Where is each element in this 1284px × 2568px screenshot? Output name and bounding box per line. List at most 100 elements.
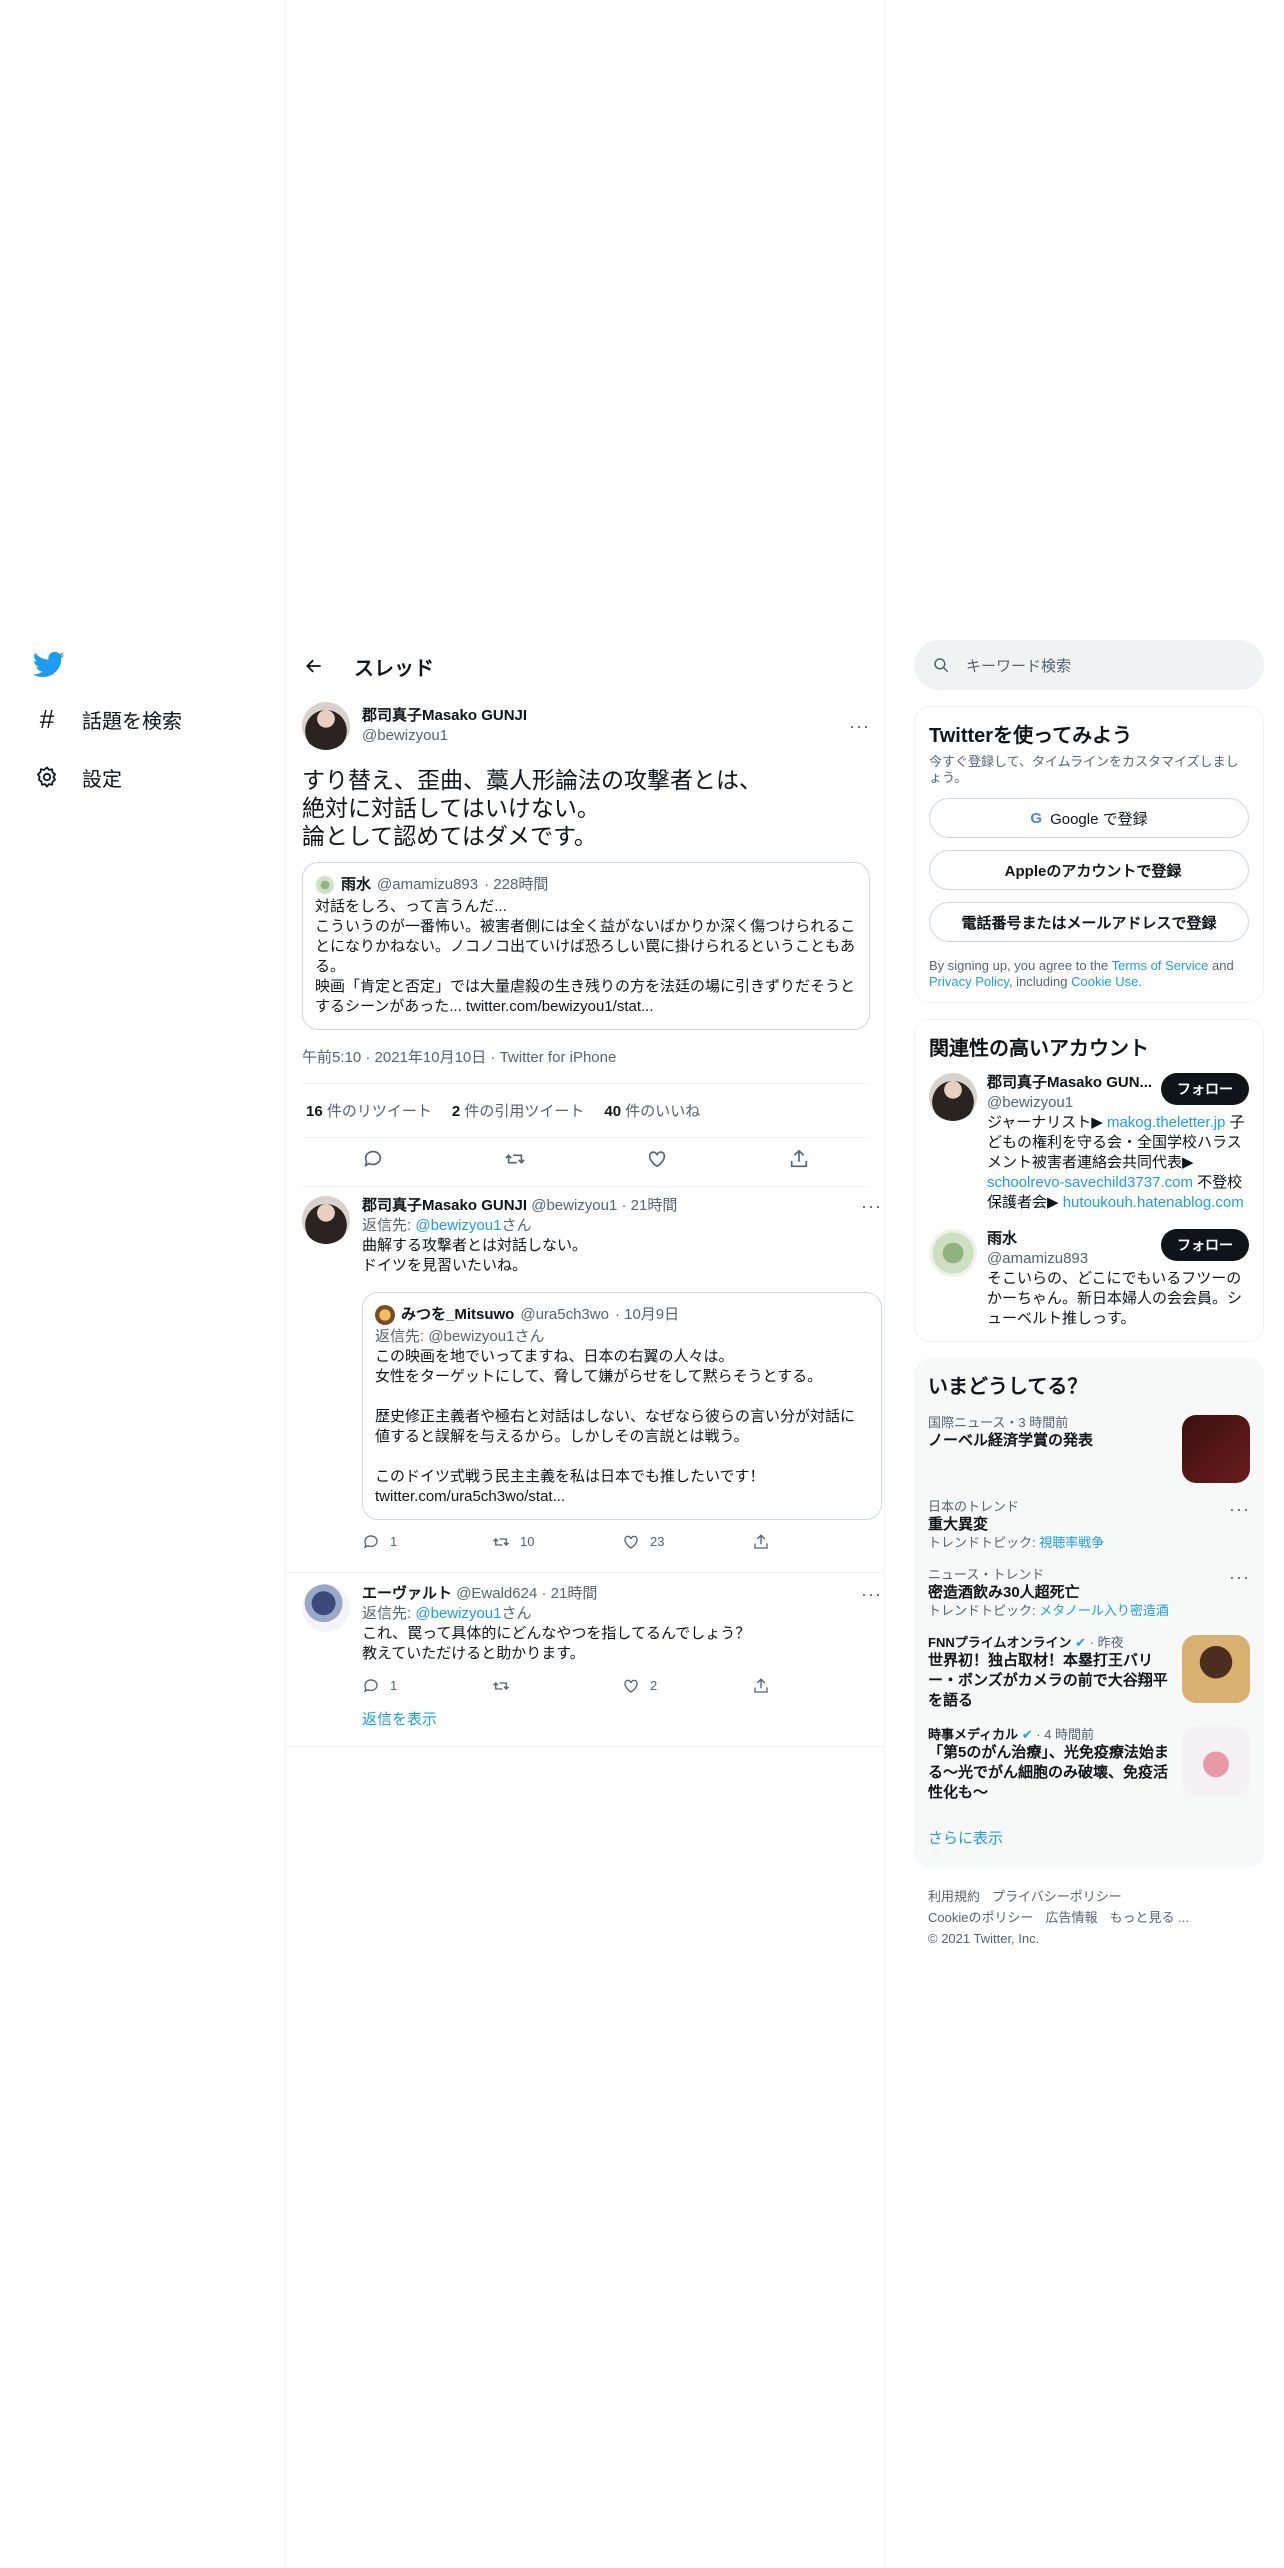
author-handle[interactable]: @bewizyou1 bbox=[362, 726, 837, 746]
account-handle[interactable]: @amamizu893 bbox=[987, 1249, 1161, 1269]
footer-privacy-link[interactable]: プライバシーポリシー bbox=[992, 1889, 1122, 1904]
share-button[interactable] bbox=[752, 1676, 882, 1696]
trend-source: FNNプライムオンライン bbox=[928, 1635, 1072, 1650]
more-icon[interactable]: ··· bbox=[1229, 1567, 1250, 1619]
reply-button[interactable]: 1 bbox=[362, 1532, 492, 1552]
like-icon bbox=[624, 1535, 638, 1549]
like-button[interactable]: 2 bbox=[622, 1676, 752, 1696]
terms-link[interactable]: Terms of Service bbox=[1112, 958, 1209, 973]
footer-cookie-link[interactable]: Cookieのポリシー bbox=[928, 1910, 1033, 1925]
bio-link[interactable]: hutoukouh.hatenablog.com bbox=[1063, 1194, 1244, 1211]
search-placeholder: キーワード検索 bbox=[966, 657, 1072, 675]
follow-button[interactable]: フォロー bbox=[1161, 1229, 1249, 1261]
trend-topic-link[interactable]: 視聴率戦争 bbox=[1039, 1535, 1104, 1550]
show-more-link[interactable]: さらに表示 bbox=[928, 1827, 1250, 1856]
tweet-stats: 16 件のリツイート 2 件の引用ツイート 40 件のいいね bbox=[302, 1084, 870, 1138]
nav-settings[interactable]: 設定 bbox=[24, 748, 264, 806]
reply-icon bbox=[363, 1679, 378, 1693]
trend-item[interactable]: ニュース・トレンド 密造酒飲み30人超死亡 トレンドトピック: メタノール入り密… bbox=[928, 1567, 1250, 1619]
show-replies-link[interactable]: 返信を表示 bbox=[362, 1710, 882, 1730]
share-button[interactable] bbox=[752, 1532, 882, 1552]
reply-time[interactable]: · 21時間 bbox=[541, 1585, 597, 1602]
account-handle[interactable]: @bewizyou1 bbox=[987, 1093, 1161, 1113]
trend-item[interactable]: 国際ニュース・3 時間前 ノーベル経済学賞の発表 bbox=[928, 1415, 1250, 1483]
apple-signup-button[interactable]: Appleのアカウントで登録 bbox=[929, 850, 1249, 890]
cookie-link[interactable]: Cookie Use bbox=[1071, 974, 1138, 989]
more-icon[interactable]: ··· bbox=[861, 1196, 882, 1216]
footer-more-link[interactable]: もっと見る ... bbox=[1109, 1910, 1188, 1925]
nav-explore-label: 話題を検索 bbox=[82, 710, 182, 733]
trends-title: いまどうしてる？ bbox=[928, 1376, 1088, 1398]
reply-tweet[interactable]: エーヴァルト @Ewald624 · 21時間 ··· 返信先: @bewizy… bbox=[302, 1584, 881, 1730]
quoted-tweet[interactable]: みつを_Mitsuwo @ura5ch3wo · 10月9日 返信先: @bew… bbox=[362, 1292, 882, 1520]
verified-icon: ✔ bbox=[1021, 1727, 1033, 1742]
account-item[interactable]: 郡司真子Masako GUN... @bewizyou1 フォロー ジャーナリス… bbox=[929, 1073, 1249, 1213]
more-icon[interactable]: ··· bbox=[861, 1584, 882, 1604]
privacy-link[interactable]: Privacy Policy bbox=[929, 974, 1009, 989]
avatar[interactable] bbox=[302, 702, 350, 750]
footer-terms-link[interactable]: 利用規約 bbox=[928, 1889, 980, 1904]
reply-icon bbox=[363, 1535, 378, 1549]
like-stat[interactable]: 40 件のいいね bbox=[604, 1100, 700, 1121]
trend-meta: ニュース・トレンド bbox=[928, 1567, 1045, 1582]
like-icon bbox=[624, 1679, 638, 1693]
retweet-button[interactable] bbox=[492, 1676, 622, 1696]
gear-icon bbox=[34, 765, 60, 789]
quoted-tweet[interactable]: 雨水 @amamizu893 · 228時間 対話をしろ、って言うんだ... こ… bbox=[302, 862, 870, 1030]
reply-icon[interactable] bbox=[362, 1148, 384, 1176]
bio-link[interactable]: schoolrevo-savechild3737.com bbox=[987, 1174, 1193, 1191]
reply-time[interactable]: · 21時間 bbox=[622, 1197, 678, 1214]
quote-author-handle: @amamizu893 bbox=[377, 876, 479, 893]
follow-button[interactable]: フォロー bbox=[1161, 1073, 1249, 1105]
retweet-icon[interactable] bbox=[504, 1148, 526, 1176]
trend-source: 時事メディカル bbox=[928, 1727, 1019, 1742]
avatar[interactable] bbox=[302, 1196, 350, 1244]
twitter-logo-icon[interactable] bbox=[24, 640, 74, 690]
signup-title: Twitterを使ってみよう bbox=[929, 725, 1133, 747]
share-icon[interactable] bbox=[788, 1148, 810, 1176]
like-icon[interactable] bbox=[646, 1148, 668, 1176]
search-input[interactable]: キーワード検索 bbox=[914, 640, 1264, 690]
bio-link[interactable]: makog.theletter.jp bbox=[1107, 1114, 1225, 1131]
quote-stat[interactable]: 2 件の引用ツイート bbox=[452, 1100, 585, 1121]
avatar[interactable] bbox=[302, 1584, 350, 1632]
copyright: © 2021 Twitter, Inc. bbox=[928, 1931, 1040, 1946]
trend-meta: 日本のトレンド bbox=[928, 1499, 1020, 1514]
reply-author-name[interactable]: エーヴァルト bbox=[362, 1585, 452, 1602]
account-bio: そこいらの、どこにでもいるフツーのかーちゃん。新日本婦人の会会員。シューベルト推… bbox=[987, 1270, 1243, 1327]
account-item[interactable]: 雨水 @amamizu893 フォロー そこいらの、どこにでもいるフツーのかーち… bbox=[929, 1229, 1249, 1329]
reply-author-handle[interactable]: @Ewald624 bbox=[456, 1585, 537, 1602]
account-name[interactable]: 郡司真子Masako GUN... bbox=[987, 1073, 1161, 1093]
reply-button[interactable]: 1 bbox=[362, 1676, 492, 1696]
retweet-stat[interactable]: 16 件のリツイート bbox=[306, 1100, 432, 1121]
reply-author-name[interactable]: 郡司真子Masako GUNJI bbox=[362, 1197, 527, 1214]
nav-explore[interactable]: # 話題を検索 bbox=[24, 690, 264, 748]
trend-item[interactable]: 時事メディカル ✔ · 4 時間前 「第5のがん治療」、光免疫療法始まる～光でが… bbox=[928, 1727, 1250, 1803]
trend-topic-link[interactable]: メタノール入り密造酒 bbox=[1039, 1603, 1169, 1618]
reply-tweet[interactable]: 郡司真子Masako GUNJI @bewizyou1 · 21時間 ··· 返… bbox=[302, 1196, 882, 1552]
like-button[interactable]: 23 bbox=[622, 1532, 752, 1552]
footer-ads-link[interactable]: 広告情報 bbox=[1045, 1910, 1097, 1925]
signup-subtitle: 今すぐ登録して、タイムラインをカスタマイズしましょう。 bbox=[929, 754, 1239, 785]
trend-title: 世界初！独占取材！本塁打王バリー・ボンズがカメラの前で大谷翔平を語る bbox=[928, 1652, 1168, 1709]
trend-item[interactable]: FNNプライムオンライン ✔ · 昨夜 世界初！独占取材！本塁打王バリー・ボンズ… bbox=[928, 1635, 1250, 1711]
phone-signup-button[interactable]: 電話番号またはメールアドレスで登録 bbox=[929, 902, 1249, 942]
avatar[interactable] bbox=[929, 1229, 977, 1277]
reply-author-handle[interactable]: @bewizyou1 bbox=[531, 1197, 617, 1214]
divider bbox=[286, 1572, 884, 1573]
retweet-button[interactable]: 10 bbox=[492, 1532, 622, 1552]
reply-to-link[interactable]: @bewizyou1 bbox=[415, 1217, 501, 1234]
account-name[interactable]: 雨水 bbox=[987, 1229, 1161, 1249]
more-icon[interactable]: ··· bbox=[1229, 1499, 1250, 1551]
google-signup-button[interactable]: G Google で登録 bbox=[929, 798, 1249, 838]
reply-to-link[interactable]: @bewizyou1 bbox=[415, 1605, 501, 1622]
footer: 利用規約 プライバシーポリシー Cookieのポリシー 広告情報 もっと見る ... … bbox=[914, 1886, 1264, 1949]
more-icon[interactable]: ··· bbox=[849, 716, 870, 737]
trend-thumbnail bbox=[1182, 1415, 1250, 1483]
divider bbox=[286, 1746, 884, 1747]
author-name[interactable]: 郡司真子Masako GUNJI bbox=[362, 706, 837, 726]
back-arrow-icon[interactable] bbox=[286, 656, 342, 676]
avatar[interactable] bbox=[929, 1073, 977, 1121]
trend-item[interactable]: 日本のトレンド 重大異変 トレンドトピック: 視聴率戦争 ··· bbox=[928, 1499, 1250, 1551]
tweet-text: すり替え、歪曲、藁人形論法の攻撃者とは、 絶対に対話してはいけない。 論として認… bbox=[302, 767, 762, 849]
